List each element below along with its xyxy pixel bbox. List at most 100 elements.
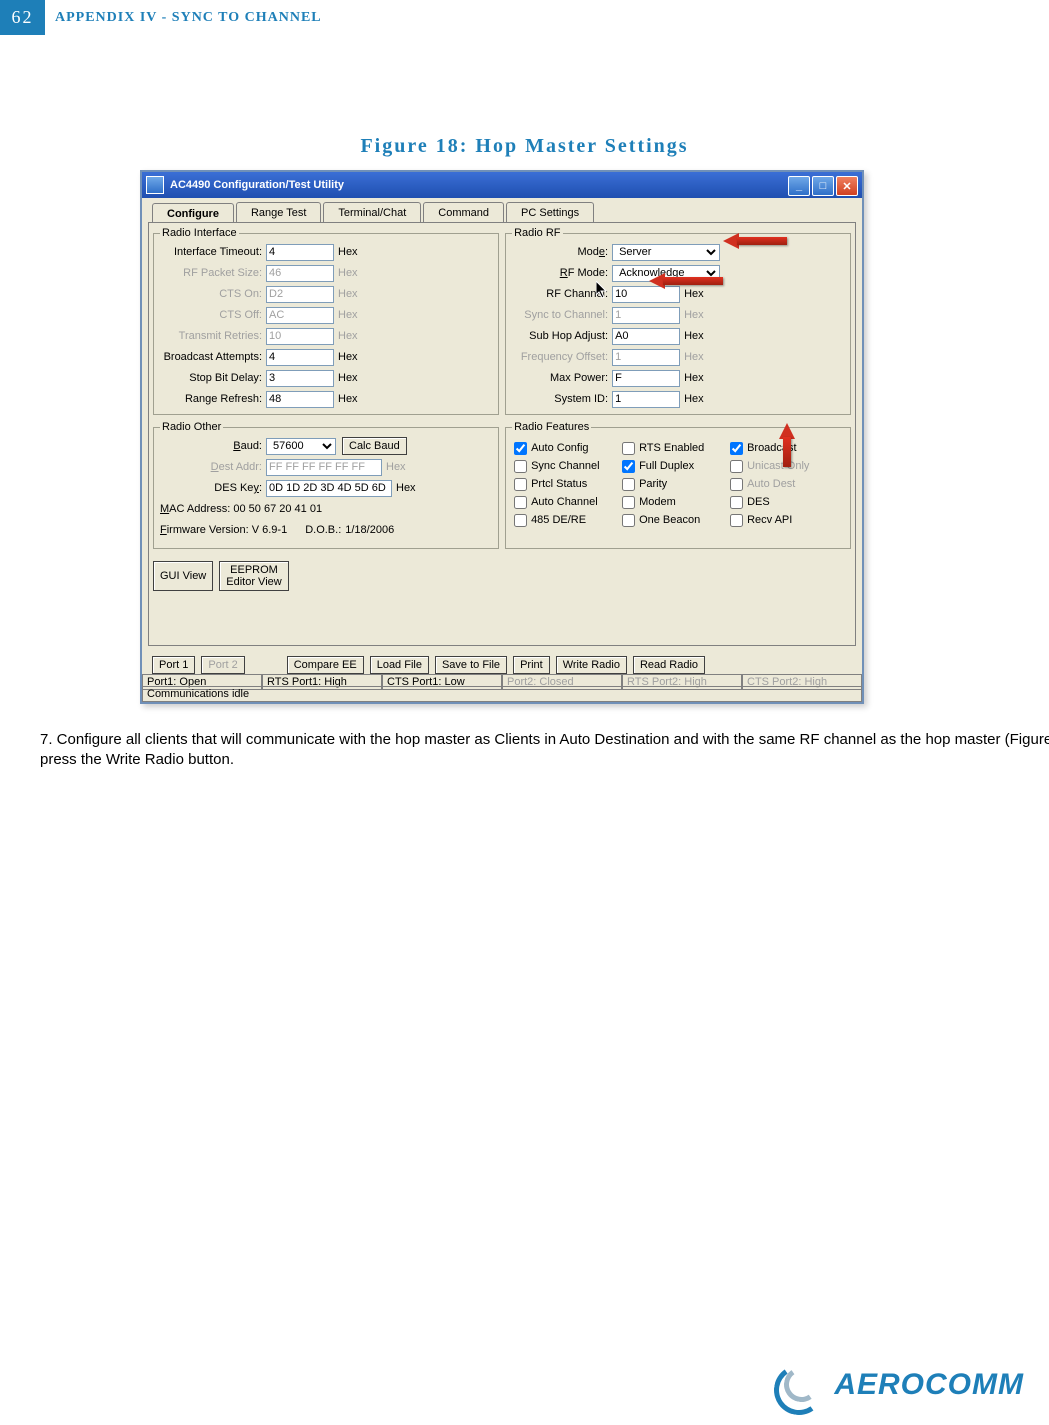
port2-button[interactable]: Port 2 [201,656,244,674]
feat-check-feat-c1-1[interactable] [514,460,527,473]
feat-label-feat-c3-1: Unicast Only [747,460,809,472]
calc-baud-button[interactable]: Calc Baud [342,437,407,455]
feat-check-feat-c1-0[interactable] [514,442,527,455]
rf-mode-label: RF Mode: [512,267,612,279]
minimize-button[interactable]: _ [788,176,810,196]
feat-check-feat-c3-1 [730,460,743,473]
dob-label: D.O.B.: [305,524,341,536]
print-button[interactable]: Print [513,656,550,674]
close-button[interactable]: ✕ [836,176,858,196]
app-icon [146,176,164,194]
ri-unit-0: Hex [338,246,358,258]
ri-unit-4: Hex [338,330,358,342]
tab-range-test[interactable]: Range Test [236,202,321,222]
feat-feat-c3-3[interactable]: DES [730,493,830,511]
feat-feat-c1-3[interactable]: Auto Channel [514,493,622,511]
rf-input-0[interactable] [612,286,680,303]
radio-rf-group: Radio RF Mode: Server RF Mode: Acknowled… [505,227,851,415]
rf-input-2[interactable] [612,328,680,345]
mode-label: Mode: [512,246,612,258]
feat-feat-c2-3[interactable]: Modem [622,493,730,511]
ri-input-6[interactable] [266,370,334,387]
ri-input-2[interactable] [266,286,334,303]
ri-label-1: RF Packet Size: [160,267,266,279]
feat-check-feat-c2-0[interactable] [622,442,635,455]
ri-unit-1: Hex [338,267,358,279]
baud-select[interactable]: 57600 [266,438,336,455]
rf-input-3[interactable] [612,349,680,366]
feat-feat-c2-1[interactable]: Full Duplex [622,457,730,475]
tab-command[interactable]: Command [423,202,504,222]
feat-feat-c1-2[interactable]: Prtcl Status [514,475,622,493]
feat-feat-c2-4[interactable]: One Beacon [622,511,730,529]
cursor-icon [596,281,610,299]
ri-label-3: CTS Off: [160,309,266,321]
feat-feat-c1-4[interactable]: 485 DE/RE [514,511,622,529]
ri-unit-3: Hex [338,309,358,321]
feat-feat-c2-2[interactable]: Parity [622,475,730,493]
compare-ee-button[interactable]: Compare EE [287,656,364,674]
feat-check-feat-c2-3[interactable] [622,496,635,509]
ri-input-5[interactable] [266,349,334,366]
port1-button[interactable]: Port 1 [152,656,195,674]
des-key-input[interactable] [266,480,392,497]
feat-label-feat-c2-2: Parity [639,478,667,490]
ri-input-0[interactable] [266,244,334,261]
app-window: AC4490 Configuration/Test Utility _ □ ✕ … [140,170,864,704]
feat-check-feat-c3-4[interactable] [730,514,743,527]
rf-input-4[interactable] [612,370,680,387]
save-to-file-button[interactable]: Save to File [435,656,507,674]
ri-unit-7: Hex [338,393,358,405]
gui-view-button[interactable]: GUI View [153,561,213,591]
load-file-button[interactable]: Load File [370,656,429,674]
tab-configure[interactable]: Configure [152,203,234,223]
maximize-button[interactable]: □ [812,176,834,196]
feat-label-feat-c2-0: RTS Enabled [639,442,704,454]
feat-feat-c1-0[interactable]: Auto Config [514,439,622,457]
feat-check-feat-c3-3[interactable] [730,496,743,509]
feat-check-feat-c3-0[interactable] [730,442,743,455]
rf-input-5[interactable] [612,391,680,408]
eeprom-editor-button[interactable]: EEPROM Editor View [219,561,288,591]
ri-input-3[interactable] [266,307,334,324]
title-bar: AC4490 Configuration/Test Utility _ □ ✕ [142,172,862,198]
rf-unit-4: Hex [684,372,704,384]
ri-input-7[interactable] [266,391,334,408]
ri-input-1[interactable] [266,265,334,282]
tab-pc-settings[interactable]: PC Settings [506,202,594,222]
feat-feat-c3-1: Unicast Only [730,457,830,475]
rf-label-1: Sync to Channel: [512,309,612,321]
feat-feat-c3-0[interactable]: Broadcast [730,439,830,457]
tab-terminal[interactable]: Terminal/Chat [323,202,421,222]
feat-label-feat-c1-2: Prtcl Status [531,478,587,490]
feat-check-feat-c2-1[interactable] [622,460,635,473]
feat-label-feat-c2-3: Modem [639,496,676,508]
feat-feat-c2-0[interactable]: RTS Enabled [622,439,730,457]
ri-label-7: Range Refresh: [160,393,266,405]
feat-check-feat-c2-4[interactable] [622,514,635,527]
feat-feat-c3-4[interactable]: Recv API [730,511,830,529]
feat-label-feat-c1-0: Auto Config [531,442,588,454]
rf-input-1[interactable] [612,307,680,324]
feat-feat-c1-1[interactable]: Sync Channel [514,457,622,475]
status-bar-2: Communications idle [142,686,862,702]
rf-unit-0: Hex [684,288,704,300]
ri-input-4[interactable] [266,328,334,345]
tab-bar: Configure Range Test Terminal/Chat Comma… [142,198,862,222]
dest-addr-input[interactable] [266,459,382,476]
read-radio-button[interactable]: Read Radio [633,656,705,674]
feat-check-feat-c1-4[interactable] [514,514,527,527]
dob-value: 1/18/2006 [345,524,394,536]
ri-unit-5: Hex [338,351,358,363]
feat-check-feat-c2-2[interactable] [622,478,635,491]
body-paragraph: 7. Configure all clients that will commu… [40,730,1049,771]
ri-label-4: Transmit Retries: [160,330,266,342]
write-radio-button[interactable]: Write Radio [556,656,627,674]
feat-check-feat-c1-2[interactable] [514,478,527,491]
radio-other-group: Radio Other Baud: 57600 Calc Baud Dest A… [153,421,499,549]
mode-select[interactable]: Server [612,244,720,261]
ri-unit-2: Hex [338,288,358,300]
feat-label-feat-c3-2: Auto Dest [747,478,795,490]
feat-check-feat-c1-3[interactable] [514,496,527,509]
window-title: AC4490 Configuration/Test Utility [170,179,344,191]
